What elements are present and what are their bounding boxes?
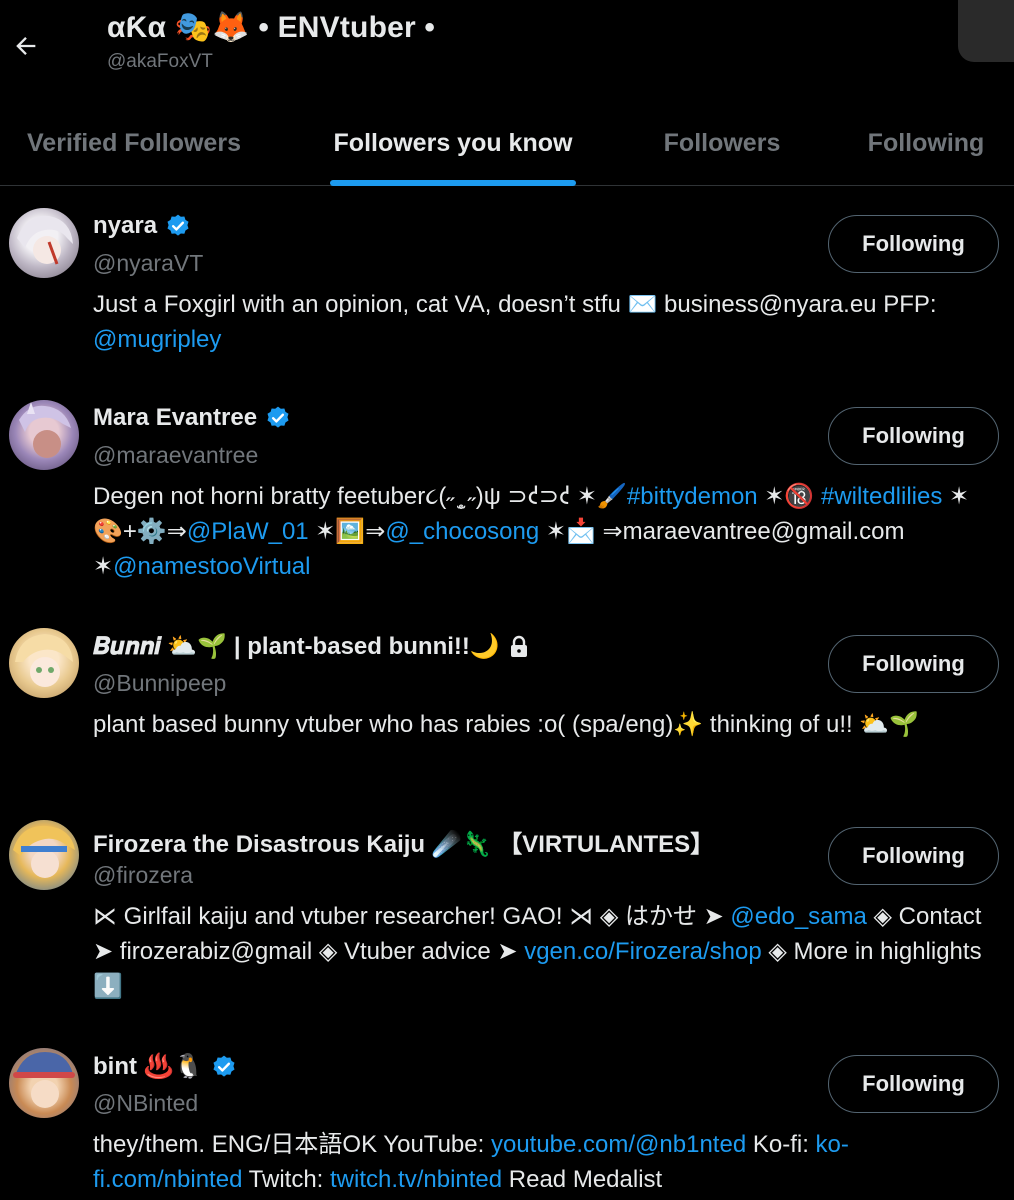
- avatar-art: [13, 825, 75, 878]
- verified-badge-icon: [167, 214, 189, 236]
- user-name: 𝑩𝒖𝒏𝒏𝒊 ⛅🌱 | plant-based bunni!!🌙: [93, 633, 500, 660]
- tab-followers[interactable]: Followers: [652, 100, 792, 186]
- user-name-line[interactable]: bint ♨️🐧: [93, 1052, 237, 1081]
- title-block: αƘα 🎭🦊 • ENVtuber • @akaFoxVT: [107, 10, 435, 73]
- user-name: bint ♨️🐧: [93, 1053, 204, 1080]
- user-handle: @firozera: [93, 862, 194, 888]
- following-button[interactable]: Following: [828, 827, 999, 885]
- bio-text: ✶🔞: [757, 483, 821, 510]
- user-handle: @nyaraVT: [93, 250, 204, 276]
- active-tab-indicator: [330, 180, 576, 186]
- bio-text: plant based bunny vtuber who has rabies …: [93, 711, 920, 738]
- bio-mention-link[interactable]: @PlaW_01: [187, 518, 309, 545]
- user-bio: ⋉ Girlfail kaiju and vtuber researcher! …: [93, 899, 998, 1004]
- tab-label: Followers: [663, 128, 781, 157]
- bio-url-link[interactable]: youtube.com/@nb1nted: [491, 1131, 746, 1158]
- user-name: Firozera the Disastrous Kaiju ☄️🦎 【VIRTU…: [93, 831, 715, 858]
- avatar-art: [17, 215, 73, 265]
- profile-header: αƘα 🎭🦊 • ENVtuber • @akaFoxVT: [0, 0, 1014, 100]
- profile-handle: @akaFoxVT: [107, 51, 213, 72]
- avatar-art: [19, 402, 71, 458]
- bio-mention-link[interactable]: @namestooVirtual: [113, 553, 310, 580]
- user-name: Mara Evantree: [93, 404, 258, 431]
- bio-hashtag-link[interactable]: #bittydemon: [627, 483, 758, 510]
- tab-label: Following: [867, 128, 985, 157]
- bio-text: Ko-fi:: [746, 1131, 816, 1158]
- user-bio: Just a Foxgirl with an opinion, cat VA, …: [93, 287, 998, 357]
- bio-text: Just a Foxgirl with an opinion, cat VA, …: [93, 291, 937, 318]
- avatar[interactable]: [9, 400, 79, 470]
- avatar[interactable]: [9, 628, 79, 698]
- tab-label: Followers you know: [333, 128, 573, 157]
- bio-text: ✶🖼️⇒: [308, 518, 386, 545]
- verified-badge-icon: [213, 1055, 235, 1077]
- user-cell[interactable]: Firozera the Disastrous Kaiju ☄️🦎 【VIRTU…: [0, 812, 1014, 1032]
- user-handle: @Bunnipeep: [93, 670, 227, 696]
- user-cell[interactable]: Mara Evantree @maraevantree Following De…: [0, 392, 1014, 612]
- user-name-line[interactable]: nyara: [93, 212, 191, 240]
- bio-url-link[interactable]: twitch.tv/nbinted: [330, 1166, 502, 1193]
- avatar-art: [13, 1052, 75, 1108]
- following-button[interactable]: Following: [828, 407, 999, 465]
- user-handle: @maraevantree: [93, 442, 259, 468]
- avatar[interactable]: [9, 820, 79, 890]
- user-name-line[interactable]: Mara Evantree: [93, 404, 291, 432]
- bio-mention-link[interactable]: @_chocosong: [385, 518, 539, 545]
- bio-url-link[interactable]: vgen.co/Firozera/shop: [524, 938, 761, 965]
- avatar[interactable]: [9, 208, 79, 278]
- user-handle: @NBinted: [93, 1090, 199, 1116]
- tab-label: Verified Followers: [27, 128, 241, 157]
- page-title: αƘα 🎭🦊 • ENVtuber •: [107, 11, 436, 44]
- user-bio: Degen not horni bratty feetuber૮(˶ ̫̥ ˶)…: [93, 479, 998, 584]
- window-corner: [958, 0, 1014, 62]
- user-cell[interactable]: 𝑩𝒖𝒏𝒏𝒊 ⛅🌱 | plant-based bunni!!🌙 @Bunnipe…: [0, 620, 1014, 806]
- verified-badge-icon: [267, 406, 289, 428]
- following-button[interactable]: Following: [828, 1055, 999, 1113]
- user-cell[interactable]: nyara @nyaraVT Following Just a Foxgirl …: [0, 200, 1014, 380]
- user-name: nyara: [93, 212, 158, 239]
- avatar-art: [15, 634, 73, 687]
- tab-following[interactable]: Following: [858, 100, 994, 186]
- following-button[interactable]: Following: [828, 215, 999, 273]
- back-button[interactable]: [6, 26, 46, 66]
- bio-mention-link[interactable]: @edo_sama: [730, 903, 866, 930]
- lock-icon: [510, 635, 527, 657]
- bio-text: they/them. ENG/日本語OK YouTube:: [93, 1131, 491, 1158]
- bio-text: Degen not horni bratty feetuber૮(˶ ̫̥ ˶)…: [93, 483, 627, 510]
- user-name-line[interactable]: 𝑩𝒖𝒏𝒏𝒊 ⛅🌱 | plant-based bunni!!🌙: [93, 632, 530, 661]
- arrow-left-icon: [16, 37, 36, 55]
- user-cell[interactable]: bint ♨️🐧 @NBinted Following they/them. E…: [0, 1040, 1014, 1200]
- bio-text: Read Medalist: [502, 1166, 663, 1193]
- avatar[interactable]: [9, 1048, 79, 1118]
- bio-mention-link[interactable]: @mugripley: [93, 326, 221, 353]
- user-bio: plant based bunny vtuber who has rabies …: [93, 707, 998, 742]
- bio-hashtag-link[interactable]: #wiltedlilies: [821, 483, 942, 510]
- user-name-line[interactable]: Firozera the Disastrous Kaiju ☄️🦎 【VIRTU…: [93, 824, 714, 859]
- following-button[interactable]: Following: [828, 635, 999, 693]
- bio-text: ⋉ Girlfail kaiju and vtuber researcher! …: [93, 903, 731, 930]
- tab-verified-followers[interactable]: Verified Followers: [12, 100, 256, 186]
- user-bio: they/them. ENG/日本語OK YouTube: youtube.co…: [93, 1127, 998, 1197]
- bio-text: Twitch:: [242, 1166, 331, 1193]
- tab-bar: Verified Followers Followers you know Fo…: [0, 100, 1014, 186]
- tab-followers-you-know[interactable]: Followers you know: [322, 100, 584, 186]
